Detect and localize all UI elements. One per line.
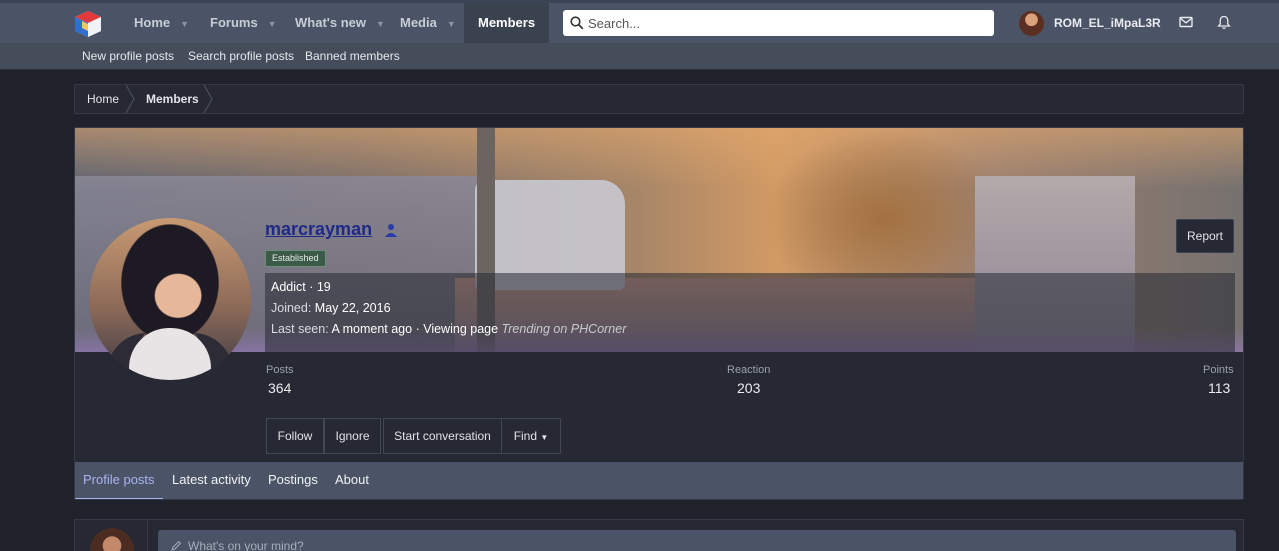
chevron-down-icon[interactable]: ▼ [376,19,385,29]
nav-home[interactable]: Home ▼ [134,3,189,43]
stat-points-label: Points [1203,364,1234,376]
start-conversation-button[interactable]: Start conversation [383,418,502,454]
breadcrumb: Home Members [74,84,1244,114]
user-title-badge: Established [265,250,326,267]
chevron-down-icon: ▼ [540,433,549,442]
nav-whats-new[interactable]: What's new ▼ [295,3,385,43]
bell-icon[interactable] [1217,15,1231,30]
profile-tabs: Profile posts Latest activity Postings A… [75,462,1243,499]
top-navigation: Home ▼ Forums ▼ What's new ▼ Media ▼ Members… [0,0,1279,43]
last-seen-time: A moment ago [331,322,413,336]
subnav-search-profile-posts[interactable]: Search profile posts [188,43,294,69]
stat-posts-label: Posts [266,364,294,376]
last-seen-page-link[interactable]: Trending on PHCorner [502,322,627,336]
stat-reaction-label: Reaction [727,364,771,376]
subnav-banned-members[interactable]: Banned members [305,43,400,69]
profile-post-placeholder: What's on your mind? [188,539,304,551]
nav-forums-label: Forums [210,15,258,30]
tab-profile-posts[interactable]: Profile posts [75,462,163,499]
user-rank: Addict [271,280,306,294]
nav-home-label: Home [134,15,171,30]
pencil-icon [171,540,182,551]
joined-date: May 22, 2016 [314,301,391,315]
subnav-new-profile-posts[interactable]: New profile posts [82,43,174,69]
new-profile-post-box: What's on your mind? [74,519,1244,551]
profile-avatar[interactable] [89,218,251,380]
chevron-down-icon[interactable]: ▼ [180,19,189,29]
chevron-down-icon[interactable]: ▼ [447,19,456,29]
last-seen-line: Last seen: A moment ago · Viewing page T… [271,322,627,336]
user-avatar[interactable] [1019,11,1044,36]
chevron-down-icon[interactable]: ▼ [268,19,277,29]
nav-whats-new-label: What's new [295,15,366,30]
find-button[interactable]: Find ▼ [501,418,561,454]
user-status-icon [385,224,397,237]
search-input[interactable] [588,10,988,36]
breadcrumb-separator-icon [125,85,135,113]
rank-separator: · [305,280,317,294]
profile-post-input[interactable]: What's on your mind? [158,530,1236,551]
tab-postings[interactable]: Postings [268,462,318,498]
nav-members-label: Members [478,15,536,30]
stat-points-value[interactable]: 113 [1208,380,1230,396]
joined-label: Joined: [271,301,312,315]
nav-media[interactable]: Media ▼ [400,3,456,43]
search-icon [570,16,584,30]
ignore-button[interactable]: Ignore [324,418,381,454]
stat-posts-value[interactable]: 364 [268,380,291,396]
stat-reaction-value[interactable]: 203 [737,380,760,396]
find-button-label: Find [513,429,538,443]
nav-members[interactable]: Members [464,3,550,43]
breadcrumb-members[interactable]: Members [146,85,199,113]
follow-button[interactable]: Follow [266,418,324,454]
joined-line: Joined: May 22, 2016 [271,301,391,315]
search-box[interactable] [563,10,994,36]
user-rank-line: Addict · 19 [271,280,331,294]
member-profile-header: marcrayman Established Addict · 19 Joine… [74,127,1244,500]
site-logo-icon[interactable] [73,9,103,39]
inbox-icon[interactable] [1179,15,1193,29]
tab-about[interactable]: About [335,462,369,498]
tab-latest-activity[interactable]: Latest activity [172,462,251,498]
user-name-link[interactable]: ROM_EL_iMpaL3R [1054,3,1161,43]
profile-username[interactable]: marcrayman [265,219,372,240]
sub-navigation: New profile posts Search profile posts B… [0,43,1279,70]
nav-media-label: Media [400,15,437,30]
breadcrumb-separator-icon [203,85,213,113]
profile-info-band [265,273,1235,353]
user-level: 19 [316,280,331,294]
report-button[interactable]: Report [1176,219,1234,253]
breadcrumb-home[interactable]: Home [87,85,119,113]
nav-forums[interactable]: Forums ▼ [210,3,277,43]
post-author-avatar [90,528,134,551]
last-seen-activity: Viewing page [423,322,499,336]
last-seen-label: Last seen: [271,322,329,336]
